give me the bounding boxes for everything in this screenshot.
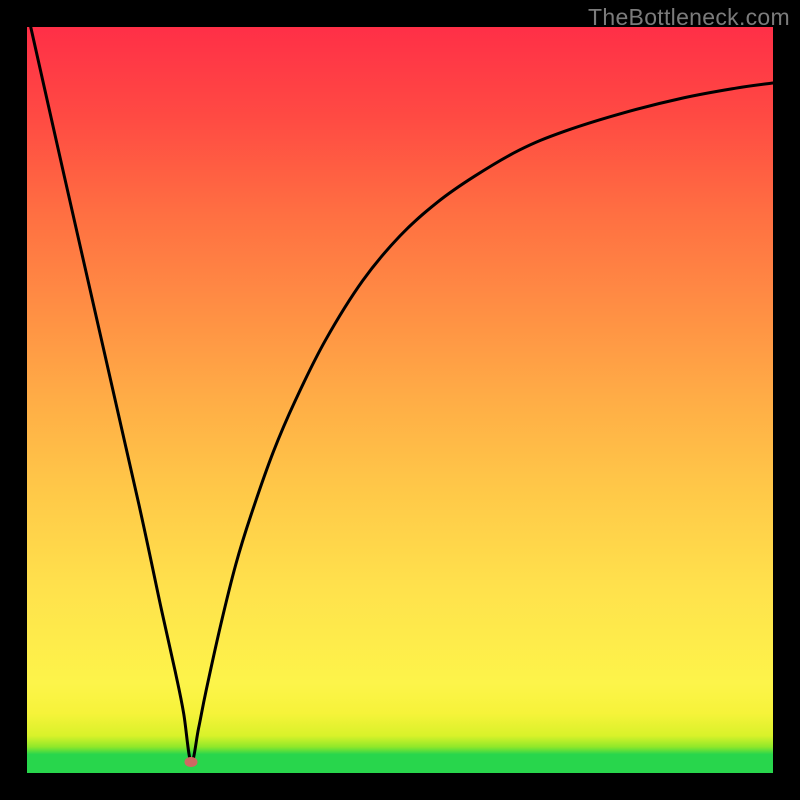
chart-frame: TheBottleneck.com bbox=[0, 0, 800, 800]
minimum-marker bbox=[185, 757, 198, 767]
bottleneck-curve bbox=[31, 27, 773, 762]
watermark-text: TheBottleneck.com bbox=[588, 4, 790, 31]
curve-svg bbox=[27, 27, 773, 773]
plot-area bbox=[27, 27, 773, 773]
